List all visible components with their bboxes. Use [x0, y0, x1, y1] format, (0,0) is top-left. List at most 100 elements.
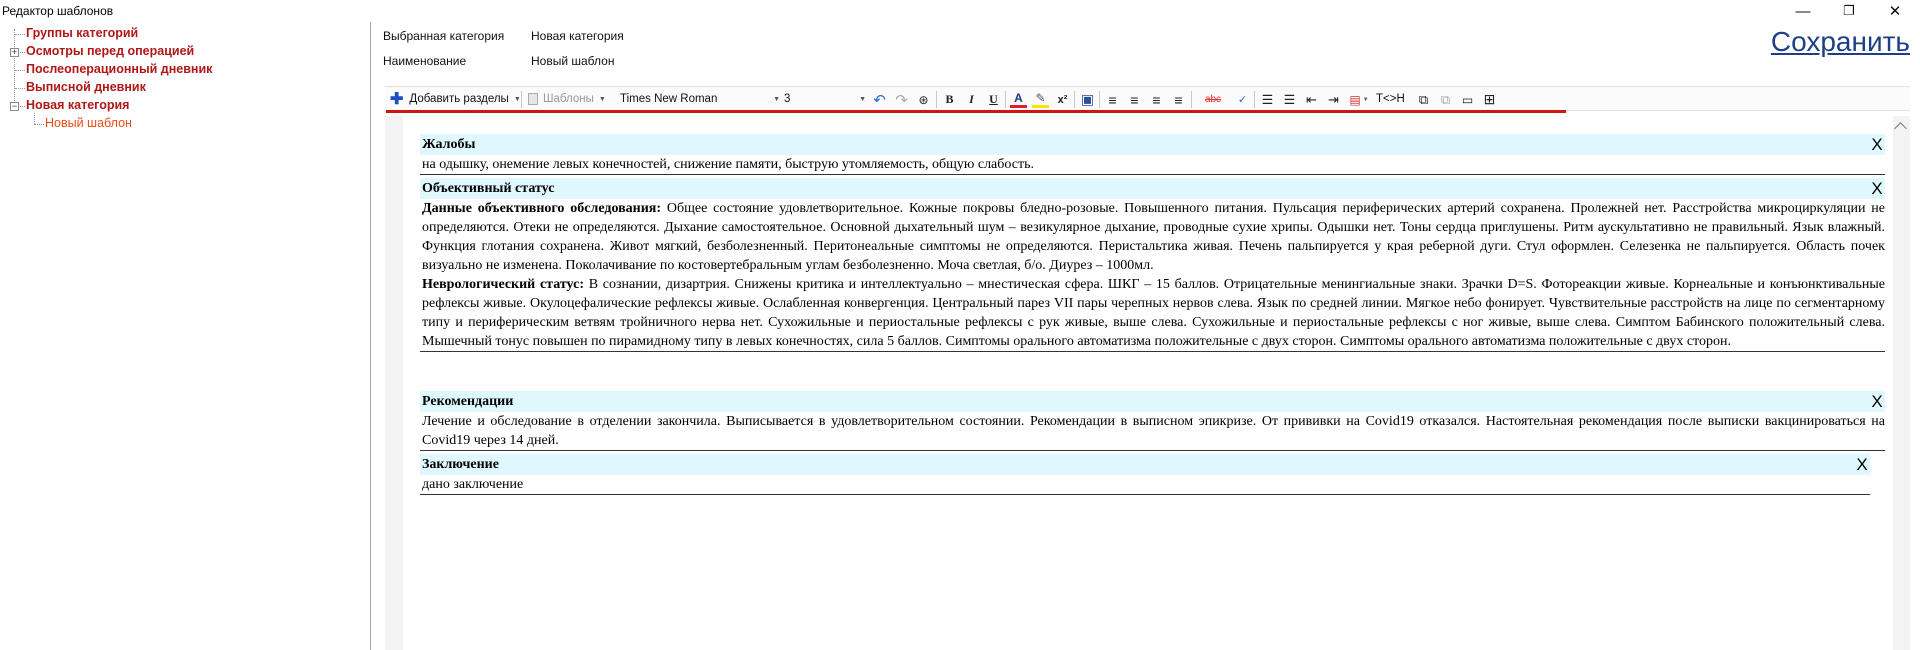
binoculars-icon[interactable]: ⊛ [915, 91, 932, 108]
chevron-down-icon: ▼ [598, 95, 606, 103]
tree-item-discharge[interactable]: Выписной дневник [26, 80, 146, 97]
tree-connector [15, 88, 25, 89]
expand-icon[interactable]: + [10, 48, 19, 57]
indent-icon[interactable]: ⇥ [1325, 91, 1342, 108]
section-title: Рекомендации [422, 394, 514, 409]
minimize-button[interactable]: — [1780, 0, 1826, 22]
tree-item-groups[interactable]: Группы категорий [26, 26, 138, 43]
toolbar-underline [386, 110, 1566, 113]
bold-icon[interactable]: B [941, 91, 958, 108]
chevron-down-icon: ▼ [859, 95, 866, 103]
field-icon[interactable]: ▭ [1459, 91, 1476, 108]
bullet-list-icon[interactable]: ☰ [1281, 91, 1298, 108]
close-window-button[interactable]: ✕ [1872, 0, 1918, 22]
section-paragraph: на одышку, онемение левых конечностей, с… [422, 155, 1885, 174]
collapse-icon[interactable]: − [10, 102, 19, 111]
editor-toolbar: ✚ Добавить разделы ▼ Шаблоны ▼ Times New R… [385, 86, 1910, 111]
section-complaints: Жалобы X на одышку, онемение левых конеч… [420, 134, 1885, 175]
section-body[interactable]: Лечение и обследование в отделении закон… [420, 412, 1885, 451]
toolbar-separator [1191, 91, 1192, 108]
category-label: Выбранная категория [383, 29, 505, 43]
font-value: Times New Roman [620, 93, 718, 105]
section-objective-status: Объективный статус X Данные объективного… [420, 178, 1885, 352]
font-select[interactable]: Times New Roman ▼ [620, 90, 780, 108]
category-value[interactable]: Новая категория [531, 29, 624, 43]
close-section-icon[interactable]: X [1854, 454, 1870, 475]
close-section-icon[interactable]: X [1869, 134, 1885, 155]
justify-icon[interactable]: ≡ [1170, 91, 1187, 108]
strike-icon[interactable]: abc [1196, 91, 1230, 108]
close-section-icon[interactable]: X [1869, 178, 1885, 199]
section-body[interactable]: на одышку, онемение левых конечностей, с… [420, 155, 1885, 175]
redo-icon[interactable]: ↷ [893, 91, 910, 109]
tree-connector [14, 29, 15, 107]
italic-icon[interactable]: I [963, 91, 980, 108]
image-icon[interactable]: ▣ [1079, 91, 1096, 108]
section-body[interactable]: дано заключение [420, 475, 1870, 495]
highlight-icon[interactable]: ✎ [1032, 91, 1049, 108]
numbered-list-icon[interactable]: ☰ [1259, 91, 1276, 108]
chevron-down-icon: ▼ [513, 95, 521, 103]
add-sections-label: Добавить разделы [409, 93, 509, 105]
section-conclusion: Заключение X дано заключение [420, 454, 1870, 495]
text-html-toggle[interactable]: T<>H [1376, 90, 1405, 108]
paragraph-text: дано заключение [422, 477, 524, 492]
name-label: Наименование [383, 54, 467, 68]
size-select[interactable]: 3 ▼ [784, 90, 866, 108]
undo-icon[interactable]: ↶ [871, 91, 888, 109]
tree-connector [15, 34, 25, 35]
tree-item-new-category[interactable]: Новая категория [26, 98, 129, 115]
section-header: Жалобы X [420, 134, 1885, 155]
close-section-icon[interactable]: X [1869, 391, 1885, 412]
toolbar-separator [936, 91, 937, 108]
paste-icon[interactable]: ⧉ [1437, 91, 1454, 108]
add-sections-button[interactable]: ✚ Добавить разделы ▼ [390, 90, 521, 108]
underline-icon[interactable]: U [985, 91, 1002, 108]
tree-item-postop[interactable]: Послеоперационный дневник [26, 62, 212, 79]
save-button[interactable]: Сохранить [1771, 26, 1910, 58]
align-center-icon[interactable]: ≡ [1126, 91, 1143, 108]
section-title: Объективный статус [422, 181, 555, 196]
align-left-icon[interactable]: ≡ [1104, 91, 1121, 108]
toolbar-separator [1254, 91, 1255, 108]
plus-icon: ✚ [390, 91, 404, 108]
paragraph-text: Лечение и обследование в отделении закон… [422, 414, 1885, 448]
tree-item-preop[interactable]: Осмотры перед операцией [26, 44, 194, 61]
section-paragraph: Данные объективного обследования: Общее … [422, 199, 1885, 275]
align-right-icon[interactable]: ≡ [1148, 91, 1165, 108]
copy-icon[interactable]: ⧉ [1415, 91, 1432, 108]
name-value[interactable]: Новый шаблон [531, 54, 614, 68]
outdent-icon[interactable]: ⇤ [1303, 91, 1320, 108]
vertical-scrollbar[interactable] [1893, 116, 1910, 650]
spellcheck-icon[interactable]: ✓ [1234, 91, 1251, 108]
window-title: Редактор шаблонов [2, 4, 114, 18]
restore-button[interactable]: ❐ [1826, 0, 1872, 22]
toolbar-separator [521, 91, 522, 108]
page-color-icon[interactable]: ▤ ▼ [1347, 91, 1371, 108]
chevron-down-icon: ▼ [773, 95, 780, 103]
paragraph-heading: Данные объективного обследования: [422, 201, 662, 216]
templates-button[interactable]: Шаблоны ▼ [528, 90, 606, 108]
tree-item-new-template[interactable]: Новый шаблон [45, 116, 132, 133]
minimize-icon: — [1795, 2, 1811, 20]
table-icon[interactable]: ⊞ [1481, 91, 1498, 108]
close-icon: ✕ [1888, 3, 1902, 20]
font-color-icon[interactable]: A [1010, 91, 1027, 108]
size-value: 3 [784, 93, 791, 105]
section-body[interactable]: Данные объективного обследования: Общее … [420, 199, 1885, 352]
section-header: Объективный статус X [420, 178, 1885, 199]
section-recommendations: Рекомендации X Лечение и обследование в … [420, 391, 1885, 451]
template-editor-window: Редактор шаблонов — ❐ ✕ + − Группы катег… [0, 0, 1920, 650]
superscript-icon[interactable]: x² [1054, 91, 1071, 108]
document-icon [528, 93, 538, 105]
toolbar-separator [1005, 91, 1006, 108]
paragraph-text: на одышку, онемение левых конечностей, с… [422, 157, 1034, 172]
section-title: Жалобы [422, 137, 476, 152]
document-page[interactable]: Жалобы X на одышку, онемение левых конеч… [403, 116, 1893, 650]
document-editor[interactable]: Жалобы X на одышку, онемение левых конеч… [385, 116, 1910, 650]
tree-connector [34, 124, 44, 125]
chevron-up-icon[interactable] [1894, 122, 1907, 135]
category-tree: + − Группы категорий Осмотры перед опера… [0, 22, 371, 650]
toolbar-separator [1074, 91, 1075, 108]
paragraph-text: В сознании, дизартрия. Снижены критика и… [422, 277, 1885, 349]
